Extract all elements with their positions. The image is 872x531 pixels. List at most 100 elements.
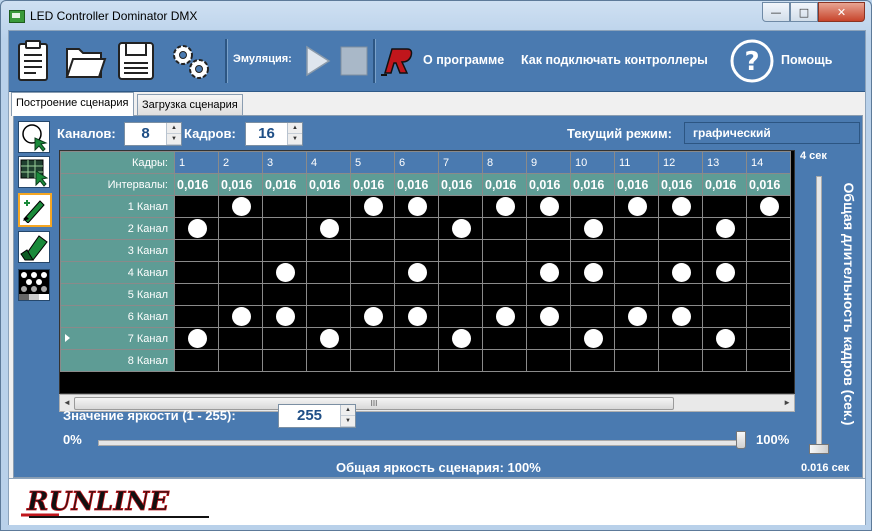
brightness-value[interactable]: 255 [279, 405, 340, 427]
runline-r-logo-icon[interactable] [379, 45, 415, 77]
grid-cell[interactable] [306, 283, 351, 306]
grid-cell[interactable] [394, 195, 439, 218]
maximize-button[interactable]: □ [790, 2, 818, 22]
frame-header[interactable]: 14 [746, 151, 791, 174]
grid-cell[interactable] [306, 261, 351, 284]
grid-cell[interactable] [614, 327, 659, 350]
clipboard-icon[interactable] [13, 39, 55, 83]
select-cell-tool[interactable] [18, 121, 50, 153]
grid-cell[interactable] [394, 327, 439, 350]
grid-cell[interactable] [658, 217, 703, 240]
frame-header[interactable]: 4 [306, 151, 351, 174]
grid-cell[interactable] [218, 349, 263, 372]
channel-label[interactable]: 5 Канал [60, 283, 175, 306]
grid-cell[interactable] [262, 217, 307, 240]
grid-cell[interactable] [306, 305, 351, 328]
grid-cell[interactable] [526, 349, 571, 372]
spin-down-icon[interactable]: ▼ [288, 134, 302, 145]
interval-cell[interactable]: 0,016 [262, 173, 307, 196]
interval-cell[interactable]: 0,016 [570, 173, 615, 196]
grid-cell[interactable] [438, 327, 483, 350]
tab-load-scenario[interactable]: Загрузка сценария [137, 94, 243, 115]
grid-cell[interactable] [482, 239, 527, 262]
grid-cell[interactable] [174, 195, 219, 218]
channel-label[interactable]: 1 Канал [60, 195, 175, 218]
grid-cell[interactable] [174, 305, 219, 328]
grid-cell[interactable] [614, 305, 659, 328]
stop-icon[interactable] [340, 46, 368, 76]
grid-cell[interactable] [746, 305, 791, 328]
grid-cell[interactable] [218, 195, 263, 218]
scroll-right-icon[interactable]: ► [783, 398, 791, 407]
grid-cell[interactable] [614, 217, 659, 240]
grid-cell[interactable] [482, 261, 527, 284]
pencil-tool[interactable] [18, 193, 52, 227]
grid-cell[interactable] [262, 283, 307, 306]
grid-cell[interactable] [570, 239, 615, 262]
grid-cell[interactable] [174, 217, 219, 240]
grid-cell[interactable] [438, 305, 483, 328]
grid-cell[interactable] [438, 349, 483, 372]
spin-up-icon[interactable]: ▲ [288, 123, 302, 134]
grid-cell[interactable] [702, 195, 747, 218]
spin-up-icon[interactable]: ▲ [341, 405, 355, 416]
grid-cell[interactable] [262, 261, 307, 284]
duration-slider-track[interactable] [816, 176, 822, 450]
channel-label[interactable]: 6 Канал [60, 305, 175, 328]
play-icon[interactable] [305, 45, 331, 77]
grid-cell[interactable] [658, 261, 703, 284]
grid-cell[interactable] [658, 305, 703, 328]
grid-cell[interactable] [614, 195, 659, 218]
grid-cell[interactable] [350, 349, 395, 372]
channel-label[interactable]: 3 Канал [60, 239, 175, 262]
grid-cell[interactable] [482, 195, 527, 218]
grid-cell[interactable] [614, 261, 659, 284]
grid-cell[interactable] [218, 327, 263, 350]
grid-cell[interactable] [526, 217, 571, 240]
grid-cell[interactable] [482, 305, 527, 328]
interval-cell[interactable]: 0,016 [658, 173, 703, 196]
grid-cell[interactable] [570, 261, 615, 284]
spin-down-icon[interactable]: ▼ [341, 416, 355, 427]
grid-cell[interactable] [482, 217, 527, 240]
grid-cell[interactable] [218, 283, 263, 306]
grid-cell[interactable] [746, 239, 791, 262]
channel-label[interactable]: 2 Канал [60, 217, 175, 240]
grid-cell[interactable] [482, 349, 527, 372]
grid-cell[interactable] [262, 195, 307, 218]
channels-value[interactable]: 8 [125, 123, 166, 145]
interval-cell[interactable]: 0,016 [174, 173, 219, 196]
grid-cell[interactable] [306, 327, 351, 350]
grid-cell[interactable] [350, 261, 395, 284]
grid-cell[interactable] [438, 217, 483, 240]
interval-cell[interactable]: 0,016 [438, 173, 483, 196]
grid-cell[interactable] [526, 305, 571, 328]
scroll-left-icon[interactable]: ◄ [63, 398, 71, 407]
grid-cell[interactable] [702, 261, 747, 284]
grid-cell[interactable] [570, 327, 615, 350]
grid-cell[interactable] [394, 239, 439, 262]
grid-cell[interactable] [350, 195, 395, 218]
grid-cell[interactable] [746, 349, 791, 372]
grid-cell[interactable] [526, 261, 571, 284]
grid-cell[interactable] [438, 195, 483, 218]
tab-build-scenario[interactable]: Построение сценария [11, 92, 134, 116]
pattern-tool[interactable] [18, 269, 50, 301]
grid-cell[interactable] [218, 239, 263, 262]
grid-cell[interactable] [658, 349, 703, 372]
help-button[interactable]: Помощь [781, 53, 832, 67]
grid-cell[interactable] [350, 217, 395, 240]
grid-cell[interactable] [394, 283, 439, 306]
grid-cell[interactable] [746, 283, 791, 306]
grid-cell[interactable] [702, 327, 747, 350]
grid-cell[interactable] [746, 217, 791, 240]
frame-header[interactable]: 3 [262, 151, 307, 174]
interval-cell[interactable]: 0,016 [746, 173, 791, 196]
grid-cell[interactable] [702, 217, 747, 240]
settings-gears-icon[interactable] [167, 39, 209, 83]
grid-cell[interactable] [174, 261, 219, 284]
grid-cell[interactable] [262, 239, 307, 262]
frame-header[interactable]: 10 [570, 151, 615, 174]
brightness-slider-track[interactable] [98, 440, 740, 446]
brightness-slider-thumb[interactable] [736, 431, 746, 449]
